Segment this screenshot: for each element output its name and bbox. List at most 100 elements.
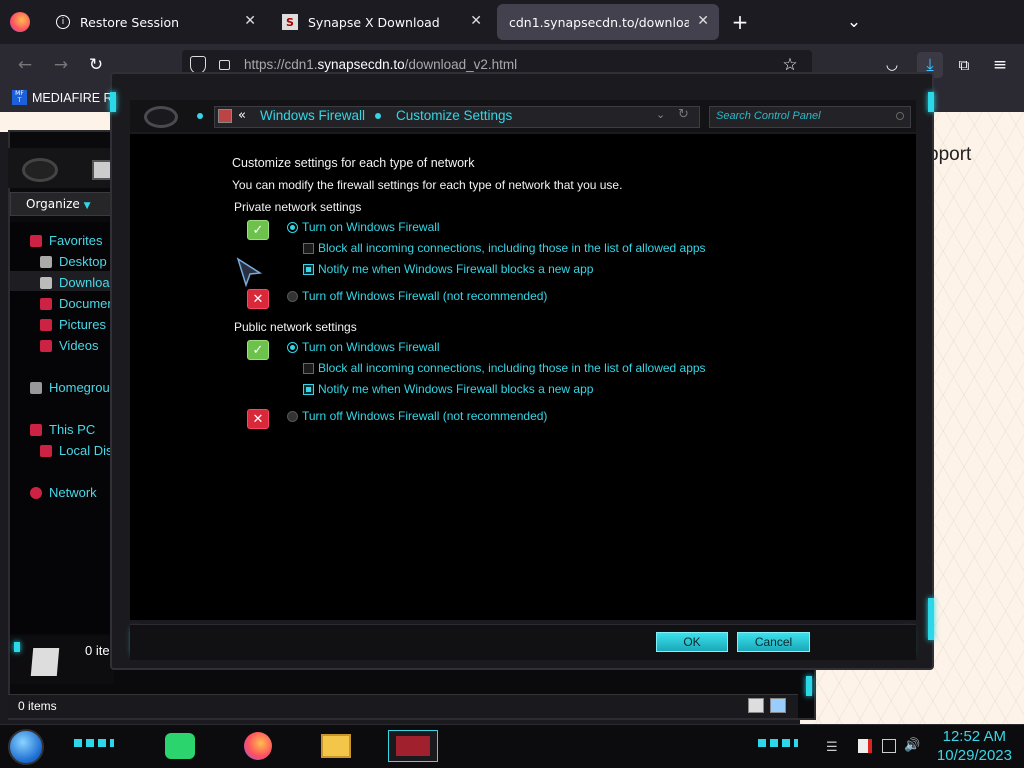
network-tray-icon[interactable] bbox=[882, 739, 896, 753]
volume-tray-icon[interactable]: 🔊 bbox=[904, 738, 920, 753]
tiles-view-icon[interactable] bbox=[770, 698, 786, 713]
explorer-statusbar bbox=[8, 694, 798, 718]
url-prefix: https://cdn1. bbox=[244, 57, 318, 72]
spotify-like-app-icon[interactable] bbox=[162, 730, 198, 762]
private-turn-off-radio[interactable] bbox=[287, 291, 298, 302]
page-heading: Customize settings for each type of netw… bbox=[232, 156, 475, 170]
start-orb-icon[interactable] bbox=[8, 729, 44, 765]
forward-arrow-icon[interactable]: → bbox=[50, 54, 72, 76]
hamburger-menu-icon[interactable]: ≡ bbox=[989, 54, 1011, 76]
dialog-emblem-icon bbox=[144, 106, 178, 128]
public-section-title: Public network settings bbox=[234, 320, 357, 334]
private-turn-off-label[interactable]: Turn off Windows Firewall (not recommend… bbox=[302, 289, 547, 303]
firefox-menu-icon[interactable] bbox=[10, 12, 30, 32]
search-icon[interactable] bbox=[896, 112, 904, 120]
shield-x-icon: ✕ bbox=[247, 289, 269, 309]
nav-local-disk[interactable]: Local Dis bbox=[40, 443, 112, 458]
control-panel-taskbar-icon[interactable] bbox=[388, 730, 438, 762]
shield-check-icon: ✓ bbox=[247, 220, 269, 240]
close-tab-icon[interactable]: ✕ bbox=[244, 13, 256, 29]
dialog-glow-left-top bbox=[110, 92, 116, 112]
tab-restore-session[interactable]: i Restore Session ✕ bbox=[44, 4, 266, 40]
public-notify-checkbox[interactable] bbox=[303, 384, 314, 395]
file-explorer-taskbar-icon[interactable] bbox=[316, 730, 356, 762]
shield-x-icon: ✕ bbox=[247, 409, 269, 429]
private-turn-on-label[interactable]: Turn on Windows Firewall bbox=[302, 220, 440, 234]
details-item-icon bbox=[30, 648, 60, 676]
nav-favorites[interactable]: Favorites bbox=[30, 233, 102, 248]
mouse-cursor-icon bbox=[236, 257, 262, 287]
private-section-title: Private network settings bbox=[234, 200, 362, 214]
private-notify-checkbox[interactable] bbox=[303, 264, 314, 275]
private-turn-on-radio[interactable] bbox=[287, 222, 298, 233]
explorer-emblem-icon bbox=[22, 158, 58, 182]
nav-label: Homegroup bbox=[49, 380, 117, 395]
search-placeholder: Search Control Panel bbox=[716, 110, 821, 122]
organize-button[interactable]: Organize ▼ bbox=[10, 192, 114, 216]
nav-network[interactable]: Network bbox=[30, 485, 97, 500]
downloads-folder-icon bbox=[40, 276, 52, 289]
dialog-glow-right-top bbox=[928, 92, 934, 112]
public-turn-on-radio[interactable] bbox=[287, 342, 298, 353]
firefox-taskbar-icon[interactable] bbox=[240, 730, 276, 762]
breadcrumb-customize-settings[interactable]: Customize Settings bbox=[396, 108, 512, 123]
nav-homegroup[interactable]: Homegroup bbox=[30, 380, 117, 395]
close-tab-icon[interactable]: ✕ bbox=[697, 13, 709, 29]
nav-this-pc[interactable]: This PC bbox=[30, 422, 95, 437]
mediafire-bookmark-icon[interactable]: MF T bbox=[12, 90, 27, 105]
public-notify-label[interactable]: Notify me when Windows Firewall blocks a… bbox=[318, 382, 593, 396]
shield-check-icon: ✓ bbox=[247, 340, 269, 360]
taskbar-date[interactable]: 10/29/2023 bbox=[920, 747, 1012, 764]
nav-pictures[interactable]: Pictures bbox=[40, 317, 106, 332]
public-turn-off-label[interactable]: Turn off Windows Firewall (not recommend… bbox=[302, 409, 547, 423]
address-dropdown-icon[interactable]: ⌄ bbox=[656, 108, 665, 121]
private-notify-label[interactable]: Notify me when Windows Firewall blocks a… bbox=[318, 262, 593, 276]
pictures-icon bbox=[40, 318, 52, 331]
details-view-icon[interactable] bbox=[748, 698, 764, 713]
nav-documents[interactable]: Documen bbox=[40, 296, 115, 311]
ok-button[interactable]: OK bbox=[656, 632, 728, 652]
new-tab-plus-icon[interactable]: + bbox=[729, 10, 751, 34]
bookmark-mediafire[interactable]: MEDIAFIRE RO bbox=[32, 91, 122, 105]
computer-icon bbox=[30, 423, 42, 436]
nav-videos[interactable]: Videos bbox=[40, 338, 99, 353]
tab-label: Synapse X Download bbox=[308, 14, 440, 30]
details-count: 0 ite bbox=[85, 643, 110, 658]
breadcrumb-windows-firewall[interactable]: Windows Firewall bbox=[260, 108, 365, 123]
cancel-button[interactable]: Cancel bbox=[737, 632, 810, 652]
dialog-glow-right-side bbox=[928, 598, 934, 640]
public-block-all-checkbox[interactable] bbox=[303, 363, 314, 374]
local-disk-icon bbox=[40, 444, 52, 457]
public-turn-on-label[interactable]: Turn on Windows Firewall bbox=[302, 340, 440, 354]
refresh-icon[interactable]: ↻ bbox=[678, 107, 689, 122]
url-path: /download_v2.html bbox=[404, 57, 518, 72]
nav-label: Documen bbox=[59, 296, 115, 311]
show-hidden-icons-icon[interactable]: ☰ bbox=[826, 740, 838, 755]
url-text[interactable]: https://cdn1.synapsecdn.to/download_v2.h… bbox=[244, 57, 517, 72]
page-subheading: You can modify the firewall settings for… bbox=[232, 178, 623, 192]
synapse-favicon-icon: S bbox=[282, 14, 298, 30]
public-turn-off-radio[interactable] bbox=[287, 411, 298, 422]
breadcrumb-back-icon[interactable]: « bbox=[238, 108, 246, 123]
taskbar-time[interactable]: 12:52 AM bbox=[920, 728, 1006, 745]
back-arrow-icon[interactable]: ← bbox=[14, 54, 36, 76]
private-block-all-label[interactable]: Block all incoming connections, includin… bbox=[318, 241, 706, 255]
taskbar-glow-left bbox=[74, 739, 114, 747]
list-tabs-chevron-icon[interactable]: ⌄ bbox=[843, 11, 865, 33]
private-block-all-checkbox[interactable] bbox=[303, 243, 314, 254]
close-tab-icon[interactable]: ✕ bbox=[470, 13, 482, 29]
explorer-folder-icon[interactable] bbox=[92, 160, 112, 180]
nav-downloads[interactable]: Downloac bbox=[40, 275, 116, 290]
lock-icon[interactable] bbox=[219, 60, 230, 70]
extensions-icon[interactable]: ⧉ bbox=[953, 54, 975, 76]
action-center-flag-icon[interactable] bbox=[858, 739, 872, 753]
public-block-all-label[interactable]: Block all incoming connections, includin… bbox=[318, 361, 706, 375]
explorer-glow-left bbox=[14, 642, 20, 652]
tab-synapse-download[interactable]: S Synapse X Download ✕ bbox=[270, 4, 492, 40]
url-domain: synapsecdn.to bbox=[317, 57, 405, 72]
documents-icon bbox=[40, 297, 52, 310]
reload-icon[interactable]: ↻ bbox=[85, 54, 107, 76]
nav-label: Network bbox=[49, 485, 97, 500]
nav-desktop[interactable]: Desktop bbox=[40, 254, 107, 269]
tab-download-v2[interactable]: cdn1.synapsecdn.to/download_v2.h ✕ bbox=[497, 4, 719, 40]
